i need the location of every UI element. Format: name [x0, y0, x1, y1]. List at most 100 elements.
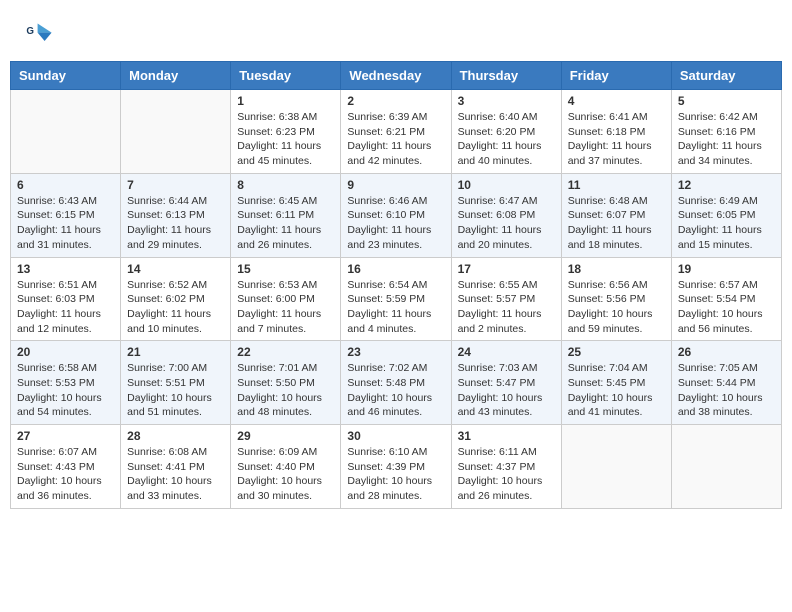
- day-number: 10: [458, 178, 555, 192]
- calendar-cell: 1Sunrise: 6:38 AMSunset: 6:23 PMDaylight…: [231, 90, 341, 174]
- day-number: 21: [127, 345, 224, 359]
- calendar-cell: 3 Sunrise: 6:40 AMSunset: 6:20 PMDaylight…: [451, 90, 561, 174]
- day-info: Sunrise: 7:00 AMSunset: 5:51 PMDaylight:…: [127, 361, 224, 420]
- day-info: Sunrise: 6:10 AMSunset: 4:39 PMDaylight:…: [347, 445, 444, 504]
- day-info: Sunrise: 6:49 AMSunset: 6:05 PMDaylight:…: [678, 194, 775, 253]
- day-number: 17: [458, 262, 555, 276]
- calendar-header-monday: Monday: [121, 62, 231, 90]
- calendar-cell: 29 Sunrise: 6:09 AMSunset: 4:40 PMDayligh…: [231, 425, 341, 509]
- day-number: 8: [237, 178, 334, 192]
- calendar-cell: 5 Sunrise: 6:42 AMSunset: 6:16 PMDaylight…: [671, 90, 781, 174]
- day-number: 29: [237, 429, 334, 443]
- day-info: Sunrise: 6:07 AMSunset: 4:43 PMDaylight:…: [17, 445, 114, 504]
- day-number: 28: [127, 429, 224, 443]
- calendar-cell: [671, 425, 781, 509]
- day-number: 12: [678, 178, 775, 192]
- day-info: Sunrise: 6:11 AMSunset: 4:37 PMDaylight:…: [458, 445, 555, 504]
- day-info: Sunrise: 6:39 AMSunset: 6:21 PMDaylight:…: [347, 110, 444, 169]
- day-number: 22: [237, 345, 334, 359]
- calendar-cell: 31 Sunrise: 6:11 AMSunset: 4:37 PMDayligh…: [451, 425, 561, 509]
- day-info: Sunrise: 6:56 AMSunset: 5:56 PMDaylight:…: [568, 278, 665, 337]
- day-number: 25: [568, 345, 665, 359]
- day-info: Sunrise: 6:43 AMSunset: 6:15 PMDaylight:…: [17, 194, 114, 253]
- calendar-cell: 19Sunrise: 6:57 AMSunset: 5:54 PMDayligh…: [671, 257, 781, 341]
- calendar-cell: [11, 90, 121, 174]
- day-number: 3: [458, 94, 555, 108]
- day-info: Sunrise: 7:04 AMSunset: 5:45 PMDaylight:…: [568, 361, 665, 420]
- day-info: Sunrise: 6:42 AMSunset: 6:16 PMDaylight:…: [678, 110, 775, 169]
- logo: G: [25, 20, 55, 48]
- day-number: 30: [347, 429, 444, 443]
- page-header: G: [10, 10, 782, 53]
- day-info: Sunrise: 6:41 AMSunset: 6:18 PMDaylight:…: [568, 110, 665, 169]
- day-number: 5: [678, 94, 775, 108]
- calendar-cell: 30 Sunrise: 6:10 AMSunset: 4:39 PMDayligh…: [341, 425, 451, 509]
- day-info: Sunrise: 6:46 AMSunset: 6:10 PMDaylight:…: [347, 194, 444, 253]
- calendar-cell: 28 Sunrise: 6:08 AMSunset: 4:41 PMDayligh…: [121, 425, 231, 509]
- calendar-cell: 20Sunrise: 6:58 AMSunset: 5:53 PMDayligh…: [11, 341, 121, 425]
- calendar-header-thursday: Thursday: [451, 62, 561, 90]
- calendar-week-2: 6 Sunrise: 6:43 AMSunset: 6:15 PMDaylight…: [11, 173, 782, 257]
- day-number: 7: [127, 178, 224, 192]
- day-info: Sunrise: 6:54 AMSunset: 5:59 PMDaylight:…: [347, 278, 444, 337]
- calendar-cell: 2 Sunrise: 6:39 AMSunset: 6:21 PMDaylight…: [341, 90, 451, 174]
- day-number: 16: [347, 262, 444, 276]
- calendar-cell: 14 Sunrise: 6:52 AMSunset: 6:02 PMDayligh…: [121, 257, 231, 341]
- svg-text:G: G: [26, 26, 34, 37]
- day-info: Sunrise: 7:02 AMSunset: 5:48 PMDaylight:…: [347, 361, 444, 420]
- day-number: 2: [347, 94, 444, 108]
- day-info: Sunrise: 6:53 AMSunset: 6:00 PMDaylight:…: [237, 278, 334, 337]
- calendar-cell: 12 Sunrise: 6:49 AMSunset: 6:05 PMDayligh…: [671, 173, 781, 257]
- calendar-cell: 17 Sunrise: 6:55 AMSunset: 5:57 PMDayligh…: [451, 257, 561, 341]
- calendar-cell: 13 Sunrise: 6:51 AMSunset: 6:03 PMDayligh…: [11, 257, 121, 341]
- calendar-header-friday: Friday: [561, 62, 671, 90]
- calendar-header-row: SundayMondayTuesdayWednesdayThursdayFrid…: [11, 62, 782, 90]
- calendar-cell: 7 Sunrise: 6:44 AMSunset: 6:13 PMDaylight…: [121, 173, 231, 257]
- calendar-cell: 6 Sunrise: 6:43 AMSunset: 6:15 PMDaylight…: [11, 173, 121, 257]
- day-info: Sunrise: 6:55 AMSunset: 5:57 PMDaylight:…: [458, 278, 555, 337]
- calendar-header-saturday: Saturday: [671, 62, 781, 90]
- day-number: 9: [347, 178, 444, 192]
- day-info: Sunrise: 6:48 AMSunset: 6:07 PMDaylight:…: [568, 194, 665, 253]
- day-number: 1: [237, 94, 334, 108]
- day-number: 27: [17, 429, 114, 443]
- day-number: 31: [458, 429, 555, 443]
- day-number: 18: [568, 262, 665, 276]
- day-number: 6: [17, 178, 114, 192]
- day-info: Sunrise: 7:01 AMSunset: 5:50 PMDaylight:…: [237, 361, 334, 420]
- day-number: 11: [568, 178, 665, 192]
- day-number: 24: [458, 345, 555, 359]
- calendar-cell: 21 Sunrise: 7:00 AMSunset: 5:51 PMDayligh…: [121, 341, 231, 425]
- calendar-cell: 24 Sunrise: 7:03 AMSunset: 5:47 PMDayligh…: [451, 341, 561, 425]
- day-number: 26: [678, 345, 775, 359]
- day-info: Sunrise: 6:40 AMSunset: 6:20 PMDaylight:…: [458, 110, 555, 169]
- calendar-cell: 25 Sunrise: 7:04 AMSunset: 5:45 PMDayligh…: [561, 341, 671, 425]
- calendar-cell: [121, 90, 231, 174]
- day-info: Sunrise: 6:45 AMSunset: 6:11 PMDaylight:…: [237, 194, 334, 253]
- calendar-header-sunday: Sunday: [11, 62, 121, 90]
- calendar-cell: [561, 425, 671, 509]
- calendar-header-tuesday: Tuesday: [231, 62, 341, 90]
- day-number: 14: [127, 262, 224, 276]
- calendar-week-5: 27 Sunrise: 6:07 AMSunset: 4:43 PMDayligh…: [11, 425, 782, 509]
- calendar-cell: 4Sunrise: 6:41 AMSunset: 6:18 PMDaylight…: [561, 90, 671, 174]
- calendar-header-wednesday: Wednesday: [341, 62, 451, 90]
- day-number: 19: [678, 262, 775, 276]
- calendar-table: SundayMondayTuesdayWednesdayThursdayFrid…: [10, 61, 782, 509]
- day-info: Sunrise: 7:03 AMSunset: 5:47 PMDaylight:…: [458, 361, 555, 420]
- calendar-cell: 11 Sunrise: 6:48 AMSunset: 6:07 PMDayligh…: [561, 173, 671, 257]
- day-info: Sunrise: 6:58 AMSunset: 5:53 PMDaylight:…: [17, 361, 114, 420]
- calendar-week-3: 13 Sunrise: 6:51 AMSunset: 6:03 PMDayligh…: [11, 257, 782, 341]
- day-info: Sunrise: 6:44 AMSunset: 6:13 PMDaylight:…: [127, 194, 224, 253]
- calendar-cell: 9 Sunrise: 6:46 AMSunset: 6:10 PMDaylight…: [341, 173, 451, 257]
- day-info: Sunrise: 6:08 AMSunset: 4:41 PMDaylight:…: [127, 445, 224, 504]
- day-info: Sunrise: 6:52 AMSunset: 6:02 PMDaylight:…: [127, 278, 224, 337]
- day-number: 15: [237, 262, 334, 276]
- calendar-cell: 16 Sunrise: 6:54 AMSunset: 5:59 PMDayligh…: [341, 257, 451, 341]
- calendar-cell: 15 Sunrise: 6:53 AMSunset: 6:00 PMDayligh…: [231, 257, 341, 341]
- day-info: Sunrise: 7:05 AMSunset: 5:44 PMDaylight:…: [678, 361, 775, 420]
- day-number: 13: [17, 262, 114, 276]
- day-info: Sunrise: 6:51 AMSunset: 6:03 PMDaylight:…: [17, 278, 114, 337]
- day-info: Sunrise: 6:09 AMSunset: 4:40 PMDaylight:…: [237, 445, 334, 504]
- calendar-cell: 8 Sunrise: 6:45 AMSunset: 6:11 PMDaylight…: [231, 173, 341, 257]
